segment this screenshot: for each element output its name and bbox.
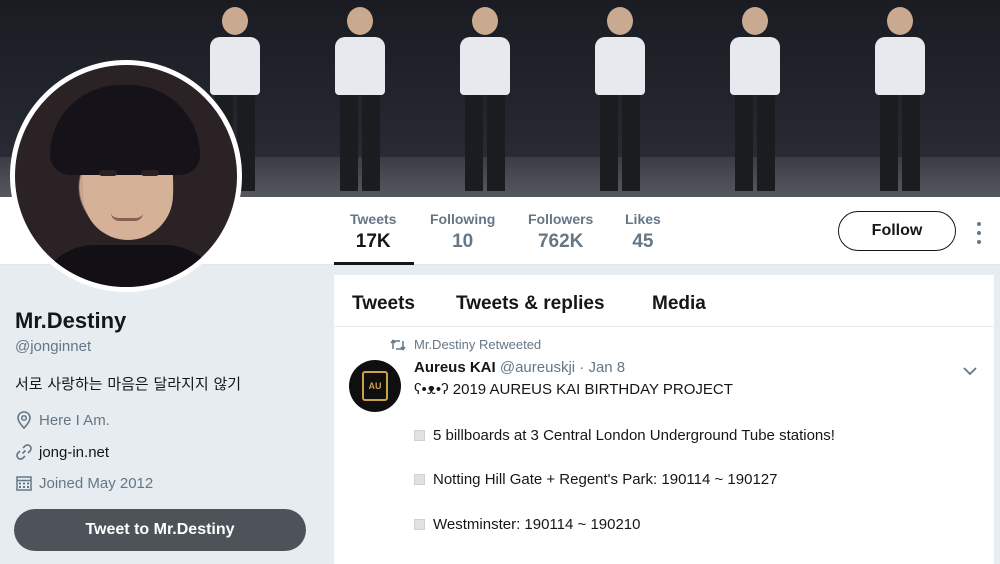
- tweet-line-text: Westminster: 190114 ~ 190210: [433, 516, 641, 533]
- more-dots-icon[interactable]: [972, 222, 986, 244]
- tweet-line-text: ʕ•ᴥ•ʔ 2019 AUREUS KAI BIRTHDAY PROJECT: [414, 381, 733, 398]
- tweet-text-line: 5 billboards at 3 Central London Undergr…: [414, 427, 835, 444]
- profile-joined: Joined May 2012: [15, 474, 153, 492]
- profile-name[interactable]: Mr.Destiny: [15, 308, 126, 334]
- tweet-text-line: ʕ•ᴥ•ʔ 2019 AUREUS KAI BIRTHDAY PROJECT: [414, 381, 733, 398]
- location-text: Here I Am.: [39, 411, 110, 429]
- stat-label: Following: [430, 211, 496, 227]
- stat-value: 17K: [355, 231, 391, 252]
- stat-likes[interactable]: Likes 45: [625, 211, 661, 253]
- profile-location: Here I Am.: [15, 411, 110, 429]
- tab-media[interactable]: Media: [652, 293, 706, 315]
- square-icon: [414, 430, 425, 441]
- banner-figure: [870, 7, 930, 191]
- stat-following[interactable]: Following 10: [430, 211, 495, 253]
- location-pin-icon: [15, 411, 33, 429]
- profile-avatar[interactable]: [10, 60, 242, 292]
- tweet-line-text: 5 billboards at 3 Central London Undergr…: [433, 427, 835, 444]
- square-icon: [414, 519, 425, 530]
- website-link[interactable]: jong-in.net: [39, 444, 109, 461]
- tweet-header: Aureus KAI @aureuskji · Jan 8: [414, 359, 625, 376]
- link-icon: [15, 443, 33, 461]
- tab-tweets[interactable]: Tweets: [352, 293, 415, 315]
- banner-figure: [590, 7, 650, 191]
- stat-label: Tweets: [350, 211, 397, 227]
- stat-value: 762K: [537, 231, 584, 252]
- follow-button[interactable]: Follow: [838, 211, 956, 251]
- stat-followers[interactable]: Followers 762K: [528, 211, 593, 253]
- timeline: Tweets Tweets & replies Media Mr.Destiny…: [334, 275, 994, 564]
- tweet-line-text: Notting Hill Gate + Regent's Park: 19011…: [433, 471, 778, 488]
- stat-label: Likes: [625, 211, 661, 227]
- retweet-context: Mr.Destiny Retweeted: [390, 337, 541, 352]
- stat-value: 10: [452, 231, 474, 252]
- chevron-down-icon[interactable]: [962, 363, 978, 379]
- stat-tweets[interactable]: Tweets 17K: [350, 211, 396, 253]
- tab-tweets-replies[interactable]: Tweets & replies: [456, 293, 605, 315]
- profile-handle[interactable]: @jonginnet: [15, 338, 91, 355]
- banner-figure: [725, 7, 785, 191]
- tweet-text-line: Notting Hill Gate + Regent's Park: 19011…: [414, 471, 777, 488]
- stat-label: Followers: [528, 211, 594, 227]
- stat-value: 45: [632, 231, 654, 252]
- profile-bio: 서로 사랑하는 마음은 달라지지 않기: [15, 375, 242, 393]
- tweet-author-name[interactable]: Aureus KAI: [414, 359, 496, 376]
- active-stat-underline: [334, 262, 414, 265]
- profile-website[interactable]: jong-in.net: [15, 443, 109, 461]
- tweet-author-handle[interactable]: @aureuskji: [500, 359, 575, 376]
- banner-figure: [330, 7, 390, 191]
- banner-figure: [455, 7, 515, 191]
- calendar-icon: [15, 474, 33, 492]
- tweet-to-button[interactable]: Tweet to Mr.Destiny: [14, 509, 306, 551]
- tweet-text-line: Westminster: 190114 ~ 190210: [414, 516, 641, 533]
- retweet-icon: [390, 338, 406, 352]
- timeline-tabs: Tweets Tweets & replies Media: [334, 275, 994, 327]
- square-icon: [414, 474, 425, 485]
- joined-text: Joined May 2012: [39, 474, 154, 492]
- retweet-label[interactable]: Mr.Destiny Retweeted: [414, 337, 541, 352]
- tweet-date[interactable]: · Jan 8: [579, 359, 625, 376]
- aureus-logo: AU: [362, 371, 388, 401]
- tweet-author-avatar[interactable]: AU: [349, 360, 401, 412]
